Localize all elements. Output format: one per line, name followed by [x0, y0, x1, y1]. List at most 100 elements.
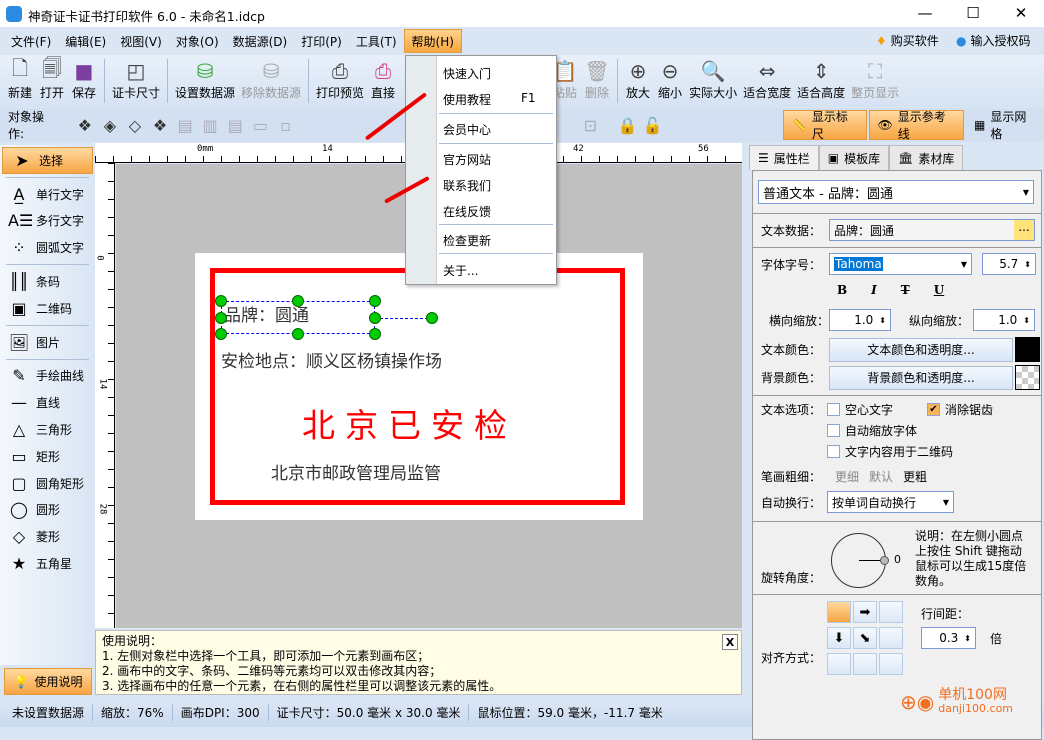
resize-handle[interactable] [215, 328, 227, 340]
minimize-button[interactable]: — [910, 4, 940, 24]
font-size-spinner[interactable]: 5.7 ⬍ [982, 253, 1036, 275]
remove-datasource-button[interactable]: ⛁ 移除数据源 [238, 55, 304, 101]
send-backward-icon[interactable]: ◇ [122, 113, 147, 137]
tab-properties[interactable]: ☰ 属性栏 [749, 145, 819, 170]
align-bottom-right[interactable] [879, 653, 903, 675]
zoom-out-button[interactable]: ⊖ 缩小 [654, 55, 686, 101]
set-datasource-button[interactable]: ⛁ 设置数据源 [172, 55, 238, 101]
tool-select[interactable]: ➤ 选择 [2, 147, 93, 174]
zoom-in-button[interactable]: ⊕ 放大 [622, 55, 654, 101]
resize-handle[interactable] [369, 312, 381, 324]
hscale-spinner[interactable]: 1.0 ⬍ [829, 309, 891, 331]
tool-diamond[interactable]: ◇ 菱形 [0, 523, 95, 550]
direct-print-button[interactable]: ⎙ 直接 [367, 55, 399, 101]
lock-icon[interactable]: 🔒 [615, 113, 640, 137]
menu-item-check-update[interactable]: 检查更新 [443, 232, 491, 249]
save-button[interactable]: ■ 保存 [68, 55, 100, 101]
tool-star[interactable]: ★ 五角星 [0, 550, 95, 577]
tool-multi-text[interactable]: A☰ 多行文字 [0, 208, 95, 235]
antialias-checkbox[interactable]: ✔ [927, 403, 940, 416]
align-middle-center[interactable]: ⬊ [853, 627, 877, 649]
tab-materials[interactable]: 🏛 素材库 [889, 145, 964, 170]
buy-software-button[interactable]: ♦ 购买软件 [876, 32, 939, 49]
resize-handle[interactable] [292, 295, 304, 307]
tool-arc-text[interactable]: ⁘ 圆弧文字 [0, 234, 95, 261]
for-qr-checkbox[interactable] [827, 445, 840, 458]
hollow-checkbox[interactable] [827, 403, 840, 416]
menu-item-feedback[interactable]: 在线反馈 [443, 203, 491, 220]
show-grid-toggle[interactable]: ▦ 显示网格 [966, 110, 1044, 141]
send-to-back-icon[interactable]: ❖ [148, 113, 173, 137]
tool-qrcode[interactable]: ▣ 二维码 [0, 295, 95, 322]
tool-barcode[interactable]: ║║ 条码 [0, 268, 95, 295]
rotation-dial[interactable]: 0 [831, 533, 901, 588]
menu-item-quick-start[interactable]: 快速入门 [443, 65, 491, 82]
tool-line[interactable]: — 直线 [0, 389, 95, 416]
vscale-spinner[interactable]: 1.0 ⬍ [973, 309, 1035, 331]
resize-handle[interactable] [215, 295, 227, 307]
resize-handle[interactable] [369, 328, 381, 340]
tool-image[interactable]: 🖼 图片 [0, 329, 95, 356]
bold-button[interactable]: B [837, 283, 847, 297]
line-spacing-spinner[interactable]: 0.3 ⬍ [921, 627, 976, 649]
menu-item-about[interactable]: 关于... [443, 262, 478, 279]
stroke-default-button[interactable]: 默认 [869, 468, 893, 485]
stroke-thinner-button[interactable]: 更细 [835, 468, 859, 485]
menu-object[interactable]: 对象(O) [169, 29, 226, 53]
maximize-button[interactable]: ☐ [958, 4, 988, 24]
align-middle-left[interactable]: ⬇ [827, 627, 851, 649]
open-button[interactable]: 🗐 打开 [36, 55, 68, 101]
strikethrough-button[interactable]: T [901, 283, 910, 297]
align-bottom-center[interactable] [853, 653, 877, 675]
menu-view[interactable]: 视图(V) [113, 29, 169, 53]
same-width-icon[interactable]: ▭ [248, 113, 273, 137]
tab-templates[interactable]: ▣ 模板库 [818, 145, 890, 170]
text-color-swatch[interactable] [1015, 337, 1040, 362]
distribute-icon[interactable]: ▫ [273, 113, 298, 137]
menu-item-official-site[interactable]: 官方网站 [443, 151, 491, 168]
enter-license-button[interactable]: ● 输入授权码 [956, 32, 1031, 49]
usage-help-button[interactable]: 💡 使用说明 [4, 668, 92, 695]
align-top-left[interactable] [827, 601, 851, 623]
fit-height-button[interactable]: ⇕ 适合高度 [794, 55, 848, 101]
align-right-icon[interactable]: ▤ [223, 113, 248, 137]
show-guides-toggle[interactable]: 👁 显示参考线 [868, 110, 964, 141]
unlock-icon[interactable]: 🔓 [640, 113, 665, 137]
wrap-select[interactable]: 按单词自动换行 ▼ [827, 491, 954, 513]
resize-handle[interactable] [369, 295, 381, 307]
stroke-thicker-button[interactable]: 更粗 [903, 468, 927, 485]
headline-text[interactable]: 北京已安检 [302, 399, 517, 447]
menu-tools[interactable]: 工具(T) [349, 29, 404, 53]
tool-freehand[interactable]: ✎ 手绘曲线 [0, 363, 95, 390]
tool-round-rect[interactable]: ▢ 圆角矩形 [0, 470, 95, 497]
footer-text[interactable]: 北京市邮政管理局监管 [271, 459, 441, 484]
rotation-knob[interactable] [880, 556, 889, 565]
rotation-handle[interactable] [426, 312, 438, 324]
tool-triangle[interactable]: △ 三角形 [0, 416, 95, 443]
menu-print[interactable]: 打印(P) [294, 29, 349, 53]
tool-ellipse[interactable]: ◯ 圆形 [0, 497, 95, 524]
menu-file[interactable]: 文件(F) [4, 29, 58, 53]
card-size-button[interactable]: ◰ 证卡尺寸 [109, 55, 163, 101]
menu-item-tutorial[interactable]: 使用教程 [443, 91, 491, 108]
bg-color-swatch[interactable] [1015, 365, 1040, 390]
align-top-right[interactable] [879, 601, 903, 623]
fit-page-button[interactable]: ⛶ 整页显示 [848, 55, 902, 101]
print-preview-button[interactable]: ⎙ 打印预览 [313, 55, 367, 101]
card[interactable]: 品牌：圆通 安检地点：顺义区杨镇操作场 北京已安检 北京市邮政管理局监管 [195, 253, 643, 520]
resize-handle[interactable] [215, 312, 227, 324]
show-ruler-toggle[interactable]: 📏 显示标尺 [782, 110, 867, 141]
autoscale-checkbox[interactable] [827, 424, 840, 437]
fit-width-button[interactable]: ⇔ 适合宽度 [740, 55, 794, 101]
align-top-center[interactable]: ➡ [853, 601, 877, 623]
object-select[interactable]: 普通文本 - 品牌：圆通 ▼ [758, 180, 1034, 204]
new-button[interactable]: 🗋 新建 [4, 55, 36, 101]
actual-size-button[interactable]: 🔍 实际大小 [686, 55, 740, 101]
location-text[interactable]: 安检地点：顺义区杨镇操作场 [221, 347, 442, 372]
menu-edit[interactable]: 编辑(E) [58, 29, 113, 53]
tool-rect[interactable]: ▭ 矩形 [0, 443, 95, 470]
menu-item-member-center[interactable]: 会员中心 [443, 121, 491, 138]
close-button[interactable]: ✕ [1006, 4, 1036, 24]
close-help-button[interactable]: X [722, 634, 738, 650]
align-left-icon[interactable]: ▤ [173, 113, 198, 137]
